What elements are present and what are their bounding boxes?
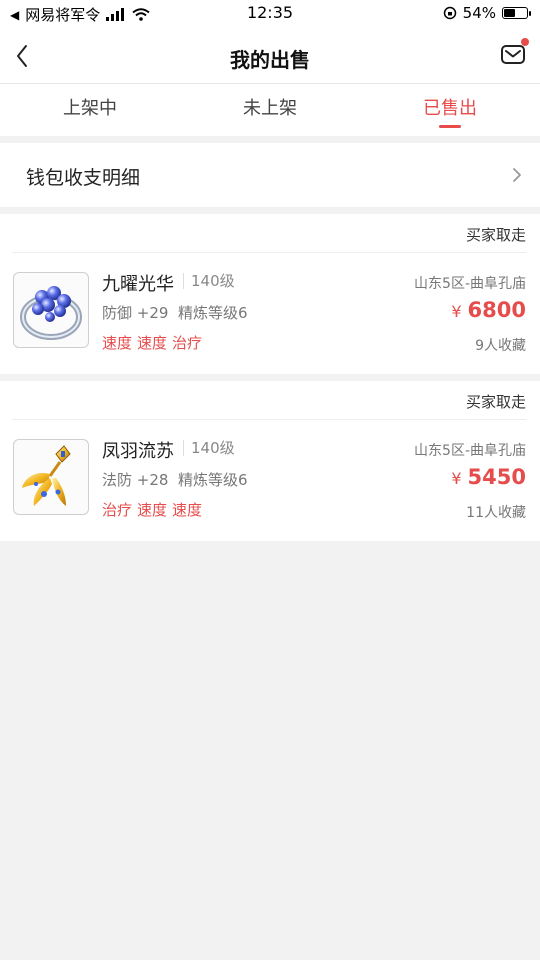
tab-label: 上架中 xyxy=(63,98,117,119)
currency-symbol: ¥ xyxy=(451,469,462,488)
item-server: 山东5区-曲阜孔庙 xyxy=(414,276,526,292)
item-tag: 速度 xyxy=(137,334,168,352)
currency-symbol: ¥ xyxy=(451,302,462,321)
wallet-details-row[interactable]: 钱包收支明细 xyxy=(0,143,540,207)
favorite-count: 9人收藏 xyxy=(475,338,526,354)
battery-fill xyxy=(504,9,515,17)
battery-icon xyxy=(502,7,531,19)
page-title: 我的出售 xyxy=(230,48,310,72)
wallet-details-label: 钱包收支明细 xyxy=(26,167,141,189)
tab-sold[interactable]: 已售出 xyxy=(360,84,540,136)
card-header: 买家取走 xyxy=(12,214,526,253)
item-name: 凤羽流苏 xyxy=(102,441,174,462)
battery-percent: 54% xyxy=(462,4,496,22)
item-level: 140级 xyxy=(183,273,235,289)
item-stats: 法防 +28 精炼等级6 xyxy=(102,471,248,489)
sold-item-card[interactable]: 买家取走 凤羽流苏 140级 法防 +28 精炼等级6 治疗 速度 速度 山东5… xyxy=(0,381,540,541)
ring-item-image xyxy=(20,286,82,340)
item-server: 山东5区-曲阜孔庙 xyxy=(414,443,526,459)
orientation-lock-icon xyxy=(443,6,456,20)
back-button[interactable] xyxy=(10,40,38,72)
status-bar: ◀ 网易将军令 12:35 54% xyxy=(0,0,540,28)
tassel-item-image xyxy=(22,445,71,506)
item-thumbnail xyxy=(13,272,89,348)
order-status: 买家取走 xyxy=(465,226,526,244)
order-status: 买家取走 xyxy=(465,393,526,411)
item-tag: 治疗 xyxy=(172,334,203,352)
item-stats: 防御 +29 精炼等级6 xyxy=(102,304,248,322)
item-tags: 治疗 速度 速度 xyxy=(102,499,207,520)
favorite-count: 11人收藏 xyxy=(466,505,526,521)
status-right-group: 54% xyxy=(443,4,531,22)
tab-on-shelf[interactable]: 上架中 xyxy=(0,84,180,136)
item-tag: 速度 xyxy=(102,334,133,352)
tab-label: 已售出 xyxy=(423,98,477,119)
mail-button[interactable] xyxy=(500,38,529,68)
card-header: 买家取走 xyxy=(12,381,526,420)
item-name: 九曜光华 xyxy=(102,274,174,295)
item-tags: 速度 速度 治疗 xyxy=(102,332,207,353)
price-value: 5450 xyxy=(467,465,526,489)
item-tag: 治疗 xyxy=(102,501,133,519)
nav-bar: 我的出售 xyxy=(0,28,540,84)
item-thumbnail xyxy=(13,439,89,515)
item-level: 140级 xyxy=(183,440,235,456)
tab-not-listed[interactable]: 未上架 xyxy=(180,84,360,136)
tab-label: 未上架 xyxy=(243,98,297,119)
price-value: 6800 xyxy=(467,298,526,322)
sold-item-card[interactable]: 买家取走 九曜光华 140级 防御 +29 精炼等级6 速度 速度 治疗 山东5… xyxy=(0,214,540,374)
item-price: ¥6800 xyxy=(451,298,526,322)
chevron-right-icon xyxy=(513,168,521,182)
tab-bar: 上架中 未上架 已售出 xyxy=(0,84,540,136)
item-price: ¥5450 xyxy=(451,465,526,489)
notification-dot xyxy=(521,38,529,46)
item-tag: 速度 xyxy=(172,501,203,519)
item-tag: 速度 xyxy=(137,501,168,519)
mail-icon xyxy=(501,45,525,64)
active-tab-indicator xyxy=(439,125,461,128)
